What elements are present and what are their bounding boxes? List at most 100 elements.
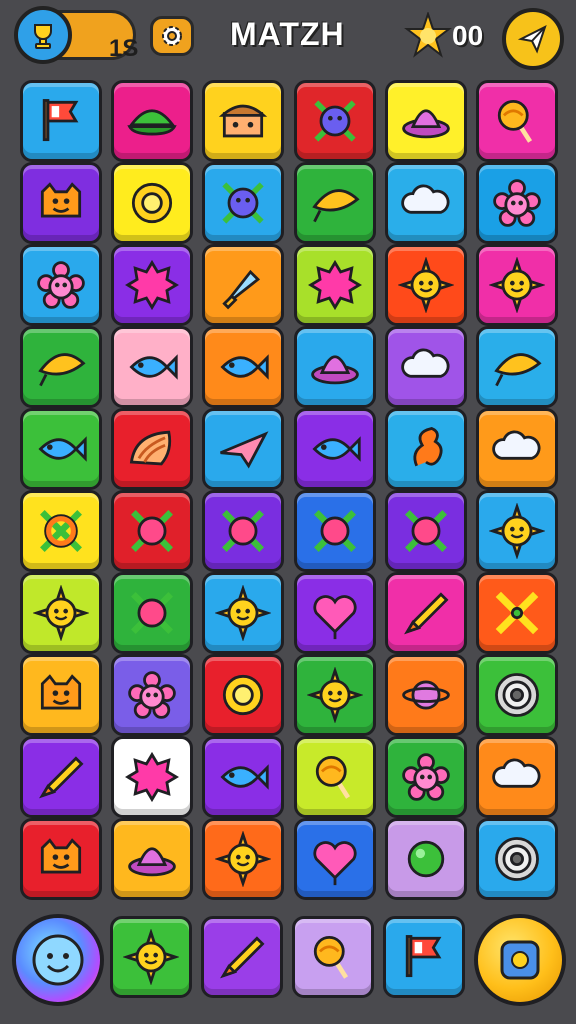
hat-icon (128, 847, 176, 877)
trophy-icon (14, 6, 72, 64)
game-tile[interactable] (476, 244, 558, 326)
action-button[interactable] (474, 914, 566, 1006)
game-tile[interactable] (202, 490, 285, 572)
game-tile[interactable] (202, 326, 285, 408)
star-count: 00 (452, 20, 484, 51)
game-tile[interactable] (111, 244, 194, 326)
game-tile[interactable] (202, 408, 285, 490)
game-tile[interactable] (384, 490, 467, 572)
game-tile[interactable] (111, 818, 194, 900)
game-tile[interactable] (293, 162, 376, 244)
game-tile[interactable] (293, 244, 376, 326)
game-tile[interactable] (202, 80, 285, 162)
game-tile[interactable] (20, 572, 102, 654)
game-tile[interactable] (111, 490, 194, 572)
game-tile[interactable] (202, 818, 285, 900)
game-tile[interactable] (111, 736, 194, 818)
seahorse-icon (413, 427, 443, 467)
game-tile[interactable] (476, 80, 558, 162)
game-tile[interactable] (20, 80, 102, 162)
game-tile[interactable] (293, 490, 376, 572)
ball-x-icon (313, 510, 356, 552)
game-tile[interactable] (476, 162, 558, 244)
game-tile[interactable] (20, 244, 102, 326)
game-tile[interactable] (20, 408, 102, 490)
game-tile[interactable] (111, 572, 194, 654)
game-tile[interactable] (293, 736, 376, 818)
game-tile[interactable] (384, 408, 467, 490)
fish-icon (220, 764, 270, 790)
game-tile[interactable] (384, 244, 467, 326)
game-tile[interactable] (20, 654, 102, 736)
ball-x-icon (404, 510, 447, 552)
crayon-icon (403, 592, 449, 635)
game-tile[interactable] (293, 408, 376, 490)
game-tile[interactable] (20, 736, 102, 818)
leaf-icon (311, 189, 360, 223)
game-tile[interactable] (476, 490, 558, 572)
game-tile[interactable] (476, 654, 558, 736)
game-tile[interactable] (476, 736, 558, 818)
game-tile[interactable] (384, 326, 467, 408)
crayon-icon (39, 756, 84, 799)
game-tile[interactable] (111, 162, 194, 244)
game-tile[interactable] (293, 572, 376, 654)
tray-tile[interactable] (292, 916, 374, 998)
game-tile[interactable] (202, 244, 285, 326)
game-tile[interactable] (20, 326, 102, 408)
hat-icon (310, 355, 359, 385)
game-tile[interactable] (384, 80, 467, 162)
hat-icon (401, 109, 450, 139)
planet-icon (401, 680, 450, 710)
game-tile[interactable] (476, 326, 558, 408)
game-tile[interactable] (384, 654, 467, 736)
tray-tile[interactable] (383, 916, 465, 998)
game-tile[interactable] (476, 408, 558, 490)
splat-icon (125, 751, 180, 803)
game-tile[interactable] (293, 818, 376, 900)
smiley-face-icon (32, 934, 84, 986)
game-tile[interactable] (293, 80, 376, 162)
game-tile[interactable] (111, 80, 194, 162)
ring-icon (223, 674, 264, 716)
game-tile[interactable] (384, 818, 467, 900)
game-tile[interactable] (384, 162, 467, 244)
tray-tile[interactable] (201, 916, 283, 998)
sun-icon (306, 667, 363, 723)
game-tile[interactable] (384, 572, 467, 654)
send-button[interactable] (502, 8, 564, 70)
heart-icon (312, 841, 357, 886)
game-tile[interactable] (384, 736, 467, 818)
game-tile[interactable] (20, 490, 102, 572)
game-tile[interactable] (20, 162, 102, 244)
game-tile[interactable] (476, 818, 558, 900)
game-tile[interactable] (202, 654, 285, 736)
game-tile[interactable] (293, 654, 376, 736)
target-icon (495, 673, 539, 717)
game-tile[interactable] (20, 818, 102, 900)
monster-icon (40, 838, 82, 874)
sun-icon (123, 929, 179, 985)
game-tile[interactable] (111, 654, 194, 736)
game-tile[interactable] (202, 162, 285, 244)
game-tile[interactable] (202, 572, 285, 654)
game-tile[interactable] (293, 326, 376, 408)
settings-button[interactable] (150, 16, 194, 56)
tray-tile[interactable] (110, 916, 192, 998)
avatar-button[interactable] (12, 914, 104, 1006)
game-tile[interactable] (111, 408, 194, 490)
game-tile[interactable] (476, 572, 558, 654)
ball-x-icon (131, 510, 174, 552)
game-tile[interactable] (202, 736, 285, 818)
splat-icon (307, 259, 362, 311)
blob-x-icon (222, 182, 265, 224)
monster-icon (40, 182, 82, 218)
ball-icon (407, 840, 444, 878)
cloud-icon (401, 184, 450, 214)
heart-icon (312, 595, 357, 640)
flower-icon (401, 753, 450, 801)
shell-icon (130, 430, 172, 466)
gear-icon (162, 26, 182, 46)
game-tile[interactable] (111, 326, 194, 408)
swords-icon (495, 591, 539, 635)
